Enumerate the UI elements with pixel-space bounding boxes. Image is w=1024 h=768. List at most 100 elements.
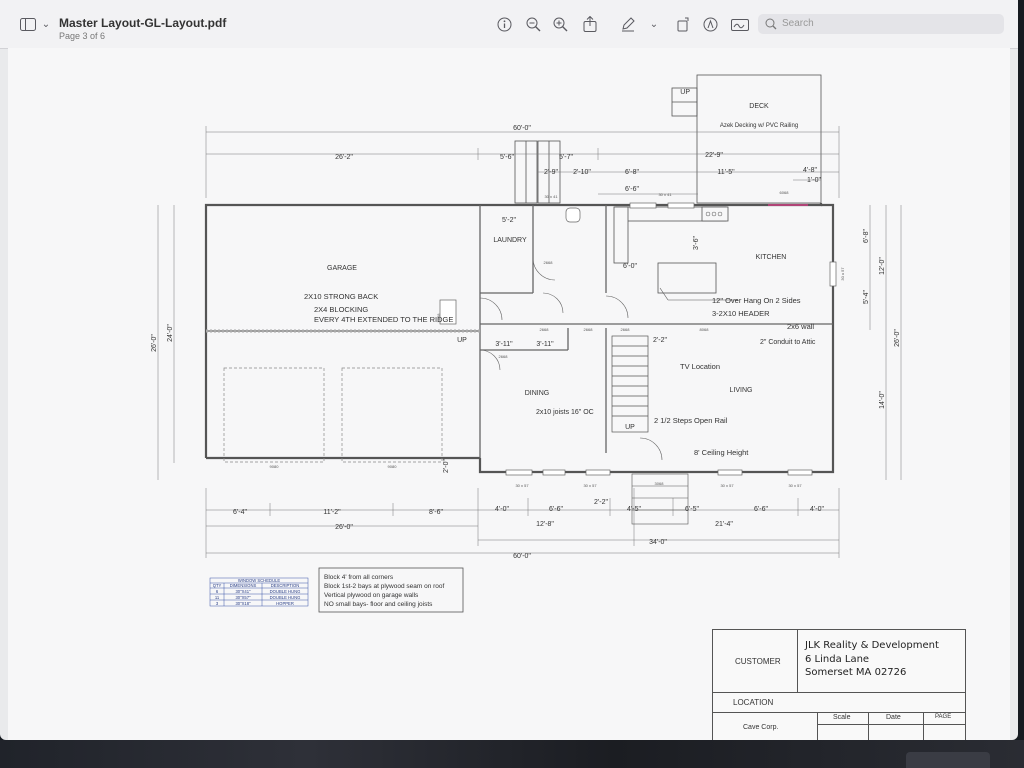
customer-city: Somerset MA 02726: [805, 667, 907, 678]
dim-bot-4-0-b: 4'-0": [810, 506, 824, 513]
note-joists: 2x10 joists 16" OC: [536, 409, 594, 416]
schedule-cell: 30"X18": [235, 601, 251, 606]
note-ceiling-height: 8' Ceiling Height: [694, 448, 749, 457]
block-note-line: Block 1st-2 bays at plywood seam on roof: [324, 583, 445, 590]
pdf-viewer-window: ⌄ Master Layout-GL-Layout.pdf Page 3 of …: [0, 0, 1018, 740]
schedule-cell: 30"X41": [235, 589, 251, 594]
garage-door-1: [223, 367, 325, 463]
dim-bot-6-5: 6'-5": [685, 506, 699, 513]
viewer-toolbar: ⌄ Master Layout-GL-Layout.pdf Page 3 of …: [0, 0, 1018, 49]
title-block: CUSTOMER JLK Reality & Development 6 Lin…: [712, 629, 966, 740]
share-icon[interactable]: [580, 14, 600, 34]
highlight-icon[interactable]: [700, 14, 720, 34]
dim-right-5-4: 5'-4": [863, 290, 870, 304]
sidebar-toggle-icon[interactable]: [18, 14, 38, 34]
dim-bot-26-0: 26'-0": [335, 524, 353, 531]
info-icon[interactable]: [494, 14, 514, 34]
scale-label: Scale: [833, 714, 851, 721]
window-label: 30 x 41: [544, 194, 558, 199]
window-label: 30 x 57: [840, 267, 845, 281]
schedule-cell: 6: [216, 589, 219, 594]
zoom-out-icon[interactable]: [523, 14, 543, 34]
dim-top-4-8: 4'-8": [803, 167, 817, 174]
note-header: 3-2X10 HEADER: [712, 309, 770, 318]
dim-hall-3-11-b: 3'-11": [536, 341, 554, 348]
dim-hall-3-11-a: 3'-11": [495, 341, 513, 348]
stairs-up-label: UP: [625, 424, 635, 431]
block-note-line: Vertical plywood on garage walls: [324, 592, 419, 599]
dim-bot-2-2: 2'-2": [594, 499, 608, 506]
dim-right-12-0: 12'-0": [879, 257, 886, 275]
dim-left-24-0: 24'-0": [167, 324, 174, 342]
door-label: 8068: [700, 327, 710, 332]
note-overhang: 12" Over Hang On 2 Sides: [712, 296, 801, 305]
dim-bot-6-6-b: 6'-6": [754, 506, 768, 513]
schedule-header: QTY: [213, 583, 222, 588]
dim-overall-60: 60'-0": [513, 125, 531, 132]
chevron-down-icon[interactable]: ⌄: [36, 14, 56, 34]
schedule-header: DESCRIPTION: [271, 583, 300, 588]
door-label: 3068: [655, 481, 665, 486]
search-field[interactable]: Search: [758, 14, 1004, 34]
rotate-icon[interactable]: [673, 14, 693, 34]
schedule-cell: 3: [216, 601, 219, 606]
schedule-header: DIMENSIONS: [230, 583, 257, 588]
block-note-line: NO small bays- floor and ceiling joists: [324, 601, 433, 608]
note-steps: 2 1/2 Steps Open Rail: [654, 416, 728, 425]
dim-top-2-10: 2'-10": [573, 169, 591, 176]
window-label: 30 x 57: [788, 483, 802, 488]
note-conduit: 2" Conduit to Attic: [760, 339, 816, 346]
window-label: 30 x 57: [583, 483, 597, 488]
interior-stairs: [611, 335, 649, 433]
signature-icon[interactable]: [730, 14, 750, 34]
note-2x6-wall: 2x6 wall: [787, 322, 814, 331]
dim-bot-21-4: 21'-4": [715, 521, 733, 528]
dim-kitchen-3-6: 3'-6": [693, 236, 700, 250]
customer-label: CUSTOMER: [735, 657, 781, 666]
dim-bot-34-0: 34'-0": [649, 539, 667, 546]
schedule-cell: 30"X57": [235, 595, 251, 600]
chevron-down-icon[interactable]: ⌄: [644, 14, 664, 34]
room-label-kitchen: KITCHEN: [756, 254, 787, 261]
dim-laundry-5-2: 5'-2": [502, 217, 516, 224]
garage-door-2: [341, 367, 443, 463]
door-label: 2668: [540, 327, 550, 332]
dim-top-2-9: 2'-9": [544, 169, 558, 176]
room-label-laundry: LAUNDRY: [493, 237, 527, 244]
room-label-garage: GARAGE: [327, 265, 357, 272]
note-strong-back: 2X10 STRONG BACK: [304, 292, 378, 301]
deck-up-label: UP: [680, 89, 690, 96]
date-label: Date: [886, 714, 901, 721]
door-label: 2668: [499, 354, 509, 359]
window-schedule-table: WINDOW SCHEDULE QTY DIMENSIONS DESCRIPTI…: [209, 577, 309, 607]
schedule-cell: DOUBLE HUNG: [270, 595, 301, 600]
dim-right-6-8: 6'-8": [863, 229, 870, 243]
dim-top-11-5: 11'-5": [717, 169, 735, 176]
markup-pen-icon[interactable]: [618, 14, 638, 34]
note-blocking: 2X4 BLOCKING: [314, 305, 368, 314]
customer-name: JLK Reality & Development: [805, 640, 939, 651]
dim-bot-6-4: 6'-4": [233, 509, 247, 516]
pdf-page: DECK Azek Decking w/ PVC Railing GARAGE …: [8, 48, 1010, 740]
dim-top-5-6: 5'-6": [500, 154, 514, 161]
dim-bot-60-0: 60'-0": [513, 553, 531, 560]
window-label: 30 x 57: [720, 483, 734, 488]
window-label: 30 x 57: [515, 483, 529, 488]
garage-door-label: 9080: [388, 464, 398, 469]
door-label: 2668: [544, 260, 554, 265]
dim-bot-6-6-a: 6'-6": [549, 506, 563, 513]
deck-outline: [696, 74, 822, 204]
note-blocking-extended: EVERY 4TH EXTENDED TO THE RIDGE: [314, 315, 453, 324]
zoom-in-icon[interactable]: [550, 14, 570, 34]
note-tv-location: TV Location: [680, 362, 720, 371]
schedule-cell: 11: [215, 595, 220, 600]
kitchen-island: [657, 262, 717, 294]
dim-top-26-2: 26'-2": [335, 154, 353, 161]
garage-door-label: 9080: [270, 464, 280, 469]
dim-bot-4-0-a: 4'-0": [495, 506, 509, 513]
desk-surface: [0, 740, 1024, 768]
schedule-cell: HOPPER: [276, 601, 294, 606]
schedule-cell: DOUBLE HUNG: [270, 589, 301, 594]
dim-garage-2-0: 2'-0": [443, 459, 450, 473]
window-label: 30 x 41: [658, 192, 672, 197]
